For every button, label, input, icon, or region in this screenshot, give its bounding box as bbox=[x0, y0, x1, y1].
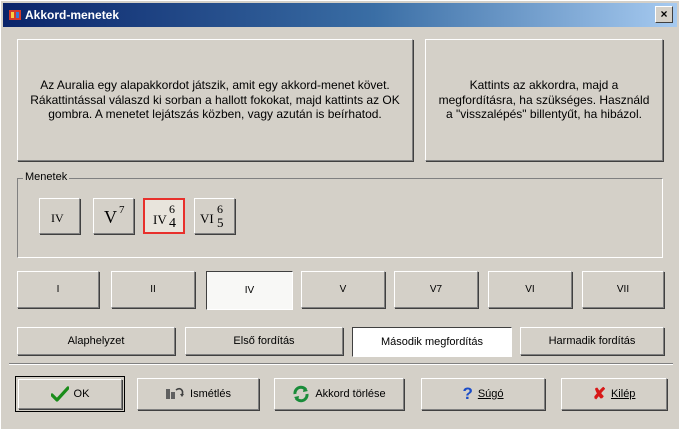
inversion-label: Második megfordítás bbox=[380, 336, 484, 348]
hint-panel: Kattints az akkordra, majd a megfordítás… bbox=[425, 39, 663, 161]
inversion-label: Első fordítás bbox=[233, 335, 295, 347]
help-label: Súgó bbox=[477, 388, 504, 400]
degree-label: VI bbox=[525, 284, 535, 295]
chord-superscript: 7 bbox=[119, 204, 125, 216]
degree-button-vi[interactable]: VI bbox=[488, 271, 572, 308]
degree-button-ii[interactable]: II bbox=[111, 271, 195, 308]
degree-label: IV bbox=[244, 285, 255, 296]
checkmark-icon bbox=[50, 386, 69, 402]
dialog-window: Akkord-menetek × Az Auralia egy alapakko… bbox=[0, 0, 680, 430]
help-button[interactable]: ? Súgó bbox=[421, 378, 545, 410]
refresh-icon bbox=[293, 385, 309, 403]
chord-roman: IV bbox=[51, 211, 64, 225]
chord-subscript: 4 bbox=[169, 216, 176, 231]
repeat-label: Ismétlés bbox=[190, 388, 231, 400]
degree-button-iv[interactable]: IV bbox=[206, 271, 293, 310]
inversion-label: Alaphelyzet bbox=[67, 335, 125, 347]
exit-button[interactable]: ✘ Kilép bbox=[561, 378, 667, 410]
ok-button[interactable]: OK bbox=[18, 379, 122, 409]
clear-chord-label: Akkord törlése bbox=[315, 388, 386, 400]
title-bar[interactable]: Akkord-menetek × bbox=[3, 3, 677, 27]
instructions-text: Az Auralia egy alapakkordot játszik, ami… bbox=[30, 78, 400, 122]
degree-label: V bbox=[339, 284, 347, 295]
app-icon bbox=[9, 10, 21, 20]
degree-label: I bbox=[56, 284, 60, 295]
degree-button-i[interactable]: I bbox=[17, 271, 99, 308]
chord-superscript: 6 bbox=[169, 202, 175, 216]
exit-label: Kilép bbox=[610, 388, 636, 400]
chord-subscript: 5 bbox=[217, 215, 224, 230]
degree-label: V7 bbox=[429, 284, 443, 295]
degree-label: VII bbox=[616, 284, 630, 295]
progression-label: Menetek bbox=[23, 171, 70, 183]
question-icon: ? bbox=[462, 384, 473, 403]
progression-chord-4[interactable]: VI 6 5 bbox=[194, 198, 235, 234]
close-button[interactable]: × bbox=[655, 6, 673, 23]
progression-chord-1[interactable]: IV bbox=[39, 198, 80, 234]
window-title: Akkord-menetek bbox=[25, 8, 120, 22]
repeat-icon bbox=[166, 388, 185, 399]
progression-chord-3[interactable]: IV 6 4 bbox=[143, 198, 185, 234]
degree-label: II bbox=[150, 284, 156, 295]
inversion-label: Harmadik fordítás bbox=[548, 335, 636, 347]
repeat-button[interactable]: Ismétlés bbox=[137, 378, 259, 410]
inversion-root-button[interactable]: Alaphelyzet bbox=[17, 327, 175, 355]
degree-button-v[interactable]: V bbox=[301, 271, 385, 308]
clear-chord-button[interactable]: Akkord törlése bbox=[274, 378, 404, 410]
separator bbox=[9, 363, 673, 365]
degree-button-v7[interactable]: V7 bbox=[394, 271, 478, 308]
degree-button-vii[interactable]: VII bbox=[582, 271, 664, 308]
chord-roman: V bbox=[104, 207, 117, 227]
inversion-second-button[interactable]: Második megfordítás bbox=[352, 327, 512, 357]
ok-label: OK bbox=[73, 388, 90, 400]
x-icon: ✘ bbox=[592, 386, 606, 403]
close-icon: × bbox=[660, 7, 668, 21]
instructions-panel: Az Auralia egy alapakkordot játszik, ami… bbox=[17, 39, 413, 161]
chord-roman: IV bbox=[153, 212, 167, 227]
hint-text: Kattints az akkordra, majd a megfordítás… bbox=[438, 78, 650, 122]
inversion-first-button[interactable]: Első fordítás bbox=[185, 327, 343, 355]
chord-roman: VI bbox=[200, 211, 214, 226]
progression-chord-2[interactable]: V 7 bbox=[93, 198, 134, 234]
inversion-third-button[interactable]: Harmadik fordítás bbox=[520, 327, 664, 355]
